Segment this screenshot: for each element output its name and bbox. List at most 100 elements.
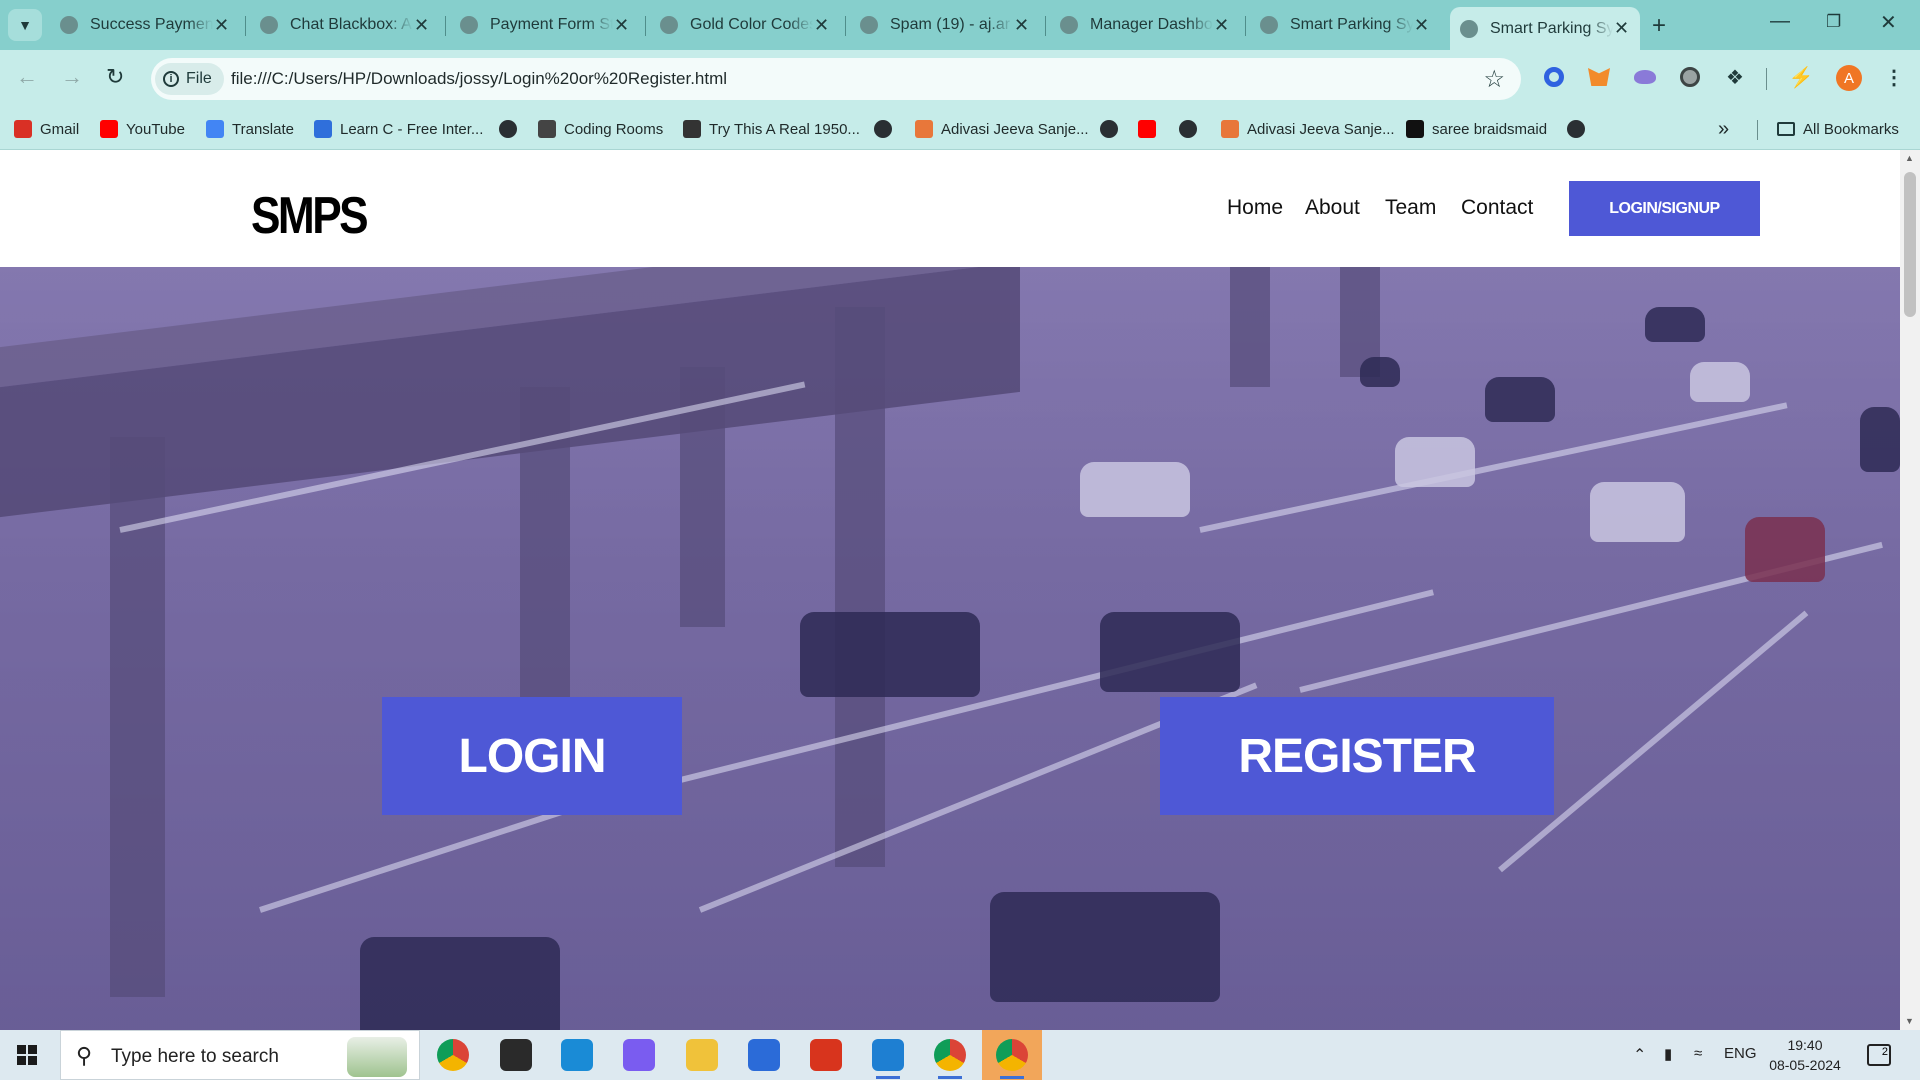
bookmark-item[interactable]: Try This A Real 1950... xyxy=(683,117,860,141)
globe-icon xyxy=(1567,120,1585,138)
browser-toolbar: ← → ↻ i File file:///C:/Users/HP/Downloa… xyxy=(0,50,1920,108)
back-icon[interactable]: ← xyxy=(16,64,38,90)
bookmark-item[interactable] xyxy=(1567,117,1585,141)
more-menu-icon[interactable]: ⋮ xyxy=(1881,64,1907,90)
tab-search-button[interactable]: ▼ xyxy=(8,9,42,41)
running-app-indicator xyxy=(1000,1076,1024,1079)
globe-icon xyxy=(1100,120,1118,138)
tab-close-icon[interactable]: ✕ xyxy=(1013,15,1030,36)
tab-close-icon[interactable]: ✕ xyxy=(1213,15,1230,36)
chrome-icon[interactable] xyxy=(437,1039,469,1071)
login-button[interactable]: LOGIN xyxy=(382,697,682,815)
bookmark-item[interactable] xyxy=(1179,117,1197,141)
nav-home-link[interactable]: Home xyxy=(1227,196,1283,220)
tab-close-icon[interactable]: ✕ xyxy=(613,15,630,36)
profile-avatar[interactable]: A xyxy=(1836,65,1862,91)
chrome-notification-icon[interactable] xyxy=(996,1039,1028,1071)
saree-icon xyxy=(1406,120,1424,138)
notification-center-icon[interactable]: 2 xyxy=(1867,1044,1891,1066)
wifi-icon[interactable]: ≈ xyxy=(1694,1045,1702,1062)
site-logo[interactable]: SMPS xyxy=(251,186,369,246)
browser-tab[interactable]: Smart Parking Sys ✕ xyxy=(1250,7,1440,43)
bookmark-item[interactable]: Coding Rooms xyxy=(538,117,663,141)
chrome-profile-icon[interactable] xyxy=(934,1039,966,1071)
tray-chevron-up-icon[interactable]: ⌃ xyxy=(1633,1045,1646,1065)
scrollbar-thumb[interactable] xyxy=(1904,172,1916,317)
bookmark-item[interactable] xyxy=(1138,117,1164,141)
tab-title: Smart Parking Sys xyxy=(1290,16,1413,33)
bookmark-item[interactable] xyxy=(499,117,517,141)
minimize-icon[interactable]: — xyxy=(1770,10,1790,33)
office-icon[interactable] xyxy=(810,1039,842,1071)
bookmark-item[interactable]: Adivasi Jeeva Sanje... xyxy=(1221,117,1395,141)
bookmark-label: Adivasi Jeeva Sanje... xyxy=(1247,120,1395,138)
edge-icon[interactable] xyxy=(561,1039,593,1071)
performance-icon[interactable]: ⚡ xyxy=(1788,64,1814,90)
browser-tab[interactable]: Gold Color Codes ✕ xyxy=(650,7,840,43)
tab-favicon-icon xyxy=(1060,16,1078,34)
bookmark-label: Learn C - Free Inter... xyxy=(340,120,484,138)
extension-purple-icon[interactable] xyxy=(1632,64,1658,90)
close-window-icon[interactable]: ✕ xyxy=(1880,10,1897,35)
browser-tab[interactable]: Success Payment ✕ xyxy=(50,7,240,43)
register-button[interactable]: REGISTER xyxy=(1160,697,1554,815)
tab-title: Gold Color Codes xyxy=(690,16,813,33)
bookmark-item[interactable]: Gmail xyxy=(14,117,79,141)
tab-separator xyxy=(1045,16,1046,36)
tab-close-icon[interactable]: ✕ xyxy=(1613,18,1630,39)
bookmark-star-icon[interactable]: ☆ xyxy=(1483,65,1505,94)
extensions-puzzle-icon[interactable]: ❖ xyxy=(1722,64,1748,90)
system-clock[interactable]: 19:40 08-05-2024 xyxy=(1765,1035,1845,1075)
browser-tab[interactable]: Spam (19) - aj.ar ✕ xyxy=(850,7,1040,43)
cyberlink-icon[interactable] xyxy=(500,1039,532,1071)
bookmark-item[interactable]: Translate xyxy=(206,117,294,141)
nav-team-link[interactable]: Team xyxy=(1385,196,1436,220)
tab-close-icon[interactable]: ✕ xyxy=(213,15,230,36)
gmail-icon xyxy=(14,120,32,138)
browser-tab[interactable]: Chat Blackbox: AI ✕ xyxy=(250,7,440,43)
mail-icon[interactable] xyxy=(748,1039,780,1071)
tab-close-icon[interactable]: ✕ xyxy=(813,15,830,36)
bookmark-item[interactable] xyxy=(874,117,892,141)
tab-separator xyxy=(445,16,446,36)
metamask-icon[interactable] xyxy=(1586,64,1612,90)
bookmark-item[interactable]: Adivasi Jeeva Sanje... xyxy=(915,117,1089,141)
tab-close-icon[interactable]: ✕ xyxy=(413,15,430,36)
bookmark-item[interactable]: Learn C - Free Inter... xyxy=(314,117,483,141)
notification-count: 2 xyxy=(1881,1046,1888,1058)
language-indicator[interactable]: ENG xyxy=(1724,1045,1757,1062)
extension-grey-icon[interactable] xyxy=(1677,64,1703,90)
vscode-icon[interactable] xyxy=(872,1039,904,1071)
browser-tab[interactable]: Manager Dashbo ✕ xyxy=(1050,7,1240,43)
login-signup-button[interactable]: LOGIN/SIGNUP xyxy=(1569,181,1760,236)
tab-close-icon[interactable]: ✕ xyxy=(1413,15,1430,36)
tab-title: Spam (19) - aj.ar xyxy=(890,16,1011,33)
extension-blue-icon[interactable] xyxy=(1541,64,1567,90)
windows-start-icon[interactable] xyxy=(17,1045,37,1065)
address-bar[interactable]: i File file:///C:/Users/HP/Downloads/jos… xyxy=(151,58,1521,100)
site-info-chip[interactable]: i File xyxy=(155,63,224,95)
copilot-icon[interactable] xyxy=(623,1039,655,1071)
nav-contact-link[interactable]: Contact xyxy=(1461,196,1533,220)
url-text[interactable]: file:///C:/Users/HP/Downloads/jossy/Logi… xyxy=(231,69,727,89)
more-bookmarks-icon[interactable]: » xyxy=(1718,117,1729,141)
scroll-down-icon[interactable]: ▼ xyxy=(1905,1016,1914,1026)
browser-tab[interactable]: Payment Form Sty ✕ xyxy=(450,7,640,43)
bookmark-item[interactable]: YouTube xyxy=(100,117,185,141)
bookmark-item[interactable]: saree braidsmaid xyxy=(1406,117,1547,141)
taskbar-search[interactable]: ⚲ Type here to search xyxy=(60,1030,420,1080)
battery-icon[interactable]: ▮ xyxy=(1664,1045,1672,1063)
nav-about-link[interactable]: About xyxy=(1305,196,1360,220)
new-tab-button[interactable]: + xyxy=(1652,12,1666,40)
reload-icon[interactable]: ↻ xyxy=(106,64,124,90)
tab-strip: ▼ Success Payment ✕ Chat Blackbox: AI ✕ Paym… xyxy=(0,0,1920,50)
forward-icon[interactable]: → xyxy=(61,64,83,90)
browser-tab[interactable]: Smart Parking Sys ✕ xyxy=(1450,7,1640,50)
tab-favicon-icon xyxy=(60,16,78,34)
restore-icon[interactable]: ❐ xyxy=(1826,12,1841,32)
page-scrollbar[interactable]: ▲ ▼ xyxy=(1900,150,1920,1030)
file-explorer-icon[interactable] xyxy=(686,1039,718,1071)
all-bookmarks-button[interactable]: All Bookmarks xyxy=(1777,117,1899,141)
bookmark-item[interactable] xyxy=(1100,117,1118,141)
scroll-up-icon[interactable]: ▲ xyxy=(1905,153,1914,163)
